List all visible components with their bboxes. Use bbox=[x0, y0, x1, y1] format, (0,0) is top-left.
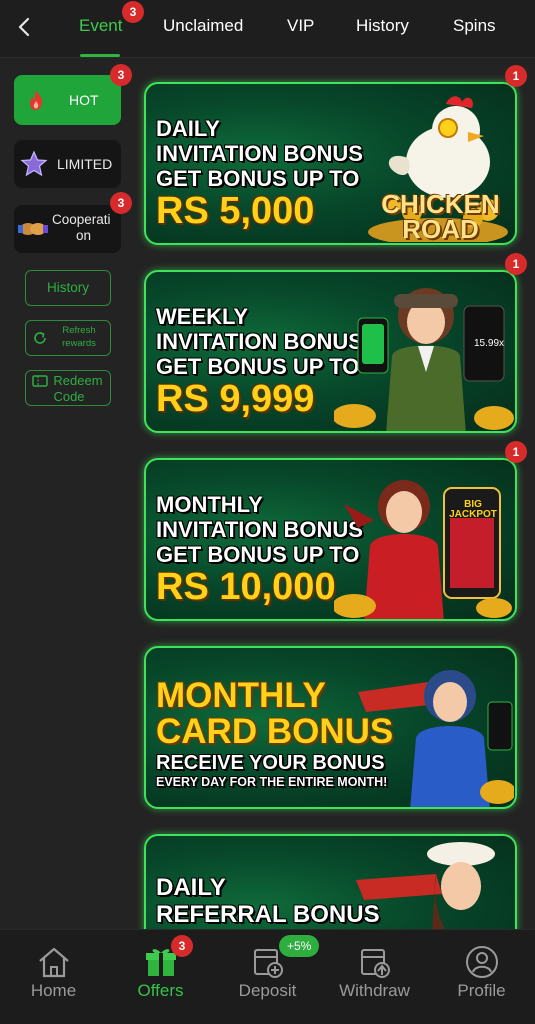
banner-subtitle-line1: RECEIVE YOUR BONUS bbox=[156, 752, 385, 774]
redeem-label-line1: Redeem bbox=[53, 373, 103, 388]
hot-badge: 3 bbox=[110, 64, 132, 86]
daily-invitation-bonus-banner[interactable]: DAILY INVITATION BONUS GET BONUS UP TO R… bbox=[144, 82, 517, 245]
back-arrow-icon[interactable] bbox=[10, 12, 38, 42]
banner-title-line3: GET BONUS UP TO bbox=[156, 542, 360, 567]
tab-unclaimed[interactable]: Unclaimed bbox=[163, 16, 243, 36]
monthly-invitation-bonus-banner[interactable]: MONTHLY INVITATION BONUS GET BONUS UP TO… bbox=[144, 458, 517, 621]
banner-title-line3: GET BONUS UP TO bbox=[156, 166, 360, 191]
pilot-girl-illustration bbox=[334, 288, 514, 431]
flame-icon bbox=[30, 90, 43, 110]
offers-badge: 3 bbox=[171, 935, 193, 957]
nav-profile[interactable]: Profile bbox=[428, 930, 535, 1024]
nav-label: Offers bbox=[137, 981, 184, 1000]
banner-title-line3: GET BONUS UP TO bbox=[156, 354, 360, 379]
active-tab-indicator bbox=[80, 54, 120, 57]
nav-label: Withdraw bbox=[339, 981, 410, 1000]
sidebar-item-label: HOT bbox=[69, 92, 99, 108]
chicken-road-logo: CHICKEN ROAD bbox=[381, 189, 500, 244]
banner-title-line1: WEEKLY bbox=[156, 304, 249, 329]
nav-label: Deposit bbox=[238, 981, 297, 1000]
pilot-blue-illustration bbox=[358, 670, 514, 807]
profile-icon bbox=[466, 946, 498, 978]
banner-title-line1: DAILY bbox=[156, 116, 220, 141]
banner-amount: RS 9,999 bbox=[156, 378, 315, 420]
nav-label: Profile bbox=[457, 981, 506, 1000]
tab-history[interactable]: History bbox=[356, 16, 409, 36]
banner-badge: 1 bbox=[505, 253, 527, 275]
refresh-icon bbox=[34, 332, 46, 344]
nav-home[interactable]: Home bbox=[0, 930, 107, 1024]
tab-event-badge: 3 bbox=[122, 1, 144, 23]
top-tab-bar: Event 3 Unclaimed VIP History Spins bbox=[0, 0, 535, 58]
banner-title-line1: MONTHLY bbox=[156, 676, 326, 715]
sidebar-item-limited[interactable]: LIMITED bbox=[14, 140, 121, 188]
aviator-girl-illustration bbox=[334, 480, 512, 619]
nav-label: Home bbox=[30, 981, 77, 1000]
refresh-label-line2: rewards bbox=[62, 338, 96, 349]
sidebar-item-label: LIMITED bbox=[57, 156, 113, 172]
home-icon bbox=[39, 947, 69, 978]
redeem-label-line2: Code bbox=[53, 389, 85, 404]
handshake-icon bbox=[18, 223, 48, 235]
big-jackpot-text: BIG JACKPOT bbox=[449, 499, 497, 520]
withdraw-icon bbox=[361, 949, 390, 978]
bottom-navigation: Home Offers 3 Deposit +5% Withdraw Profi… bbox=[0, 929, 535, 1024]
refresh-rewards-button[interactable]: Refresh rewards bbox=[25, 320, 111, 356]
tab-vip[interactable]: VIP bbox=[287, 16, 314, 36]
deposit-bonus-pill: +5% bbox=[279, 935, 320, 957]
tab-event[interactable]: Event bbox=[79, 16, 122, 36]
banner-amount: RS 5,000 bbox=[156, 190, 315, 232]
banner-title-line1: MONTHLY bbox=[156, 492, 263, 517]
sidebar-item-hot[interactable]: HOT bbox=[14, 75, 121, 125]
banner-title-line2: INVITATION BONUS bbox=[156, 329, 363, 354]
nav-withdraw[interactable]: Withdraw bbox=[321, 930, 428, 1024]
banner-badge: 1 bbox=[505, 65, 527, 87]
multiplier-text: 15.99x bbox=[474, 338, 505, 349]
banner-badge: 1 bbox=[505, 441, 527, 463]
redeem-code-button[interactable]: Redeem Code bbox=[25, 370, 111, 406]
cooperation-badge: 3 bbox=[110, 192, 132, 214]
banner-title-line2: INVITATION BONUS bbox=[156, 141, 363, 166]
banner-title-line2: INVITATION BONUS bbox=[156, 517, 363, 542]
banner-title-line1: DAILY bbox=[156, 874, 226, 901]
history-button[interactable]: History bbox=[25, 270, 111, 306]
ticket-icon bbox=[32, 375, 48, 387]
tab-spins[interactable]: Spins bbox=[453, 16, 496, 36]
captain-girl-illustration bbox=[356, 842, 495, 932]
banner-amount: RS 10,000 bbox=[156, 566, 336, 608]
sidebar-item-cooperation[interactable]: Cooperati on bbox=[14, 205, 121, 253]
banner-subtitle-line2: EVERY DAY FOR THE ENTIRE MONTH! bbox=[156, 775, 388, 789]
sidebar-item-label-line1: Cooperati bbox=[52, 212, 111, 227]
sidebar-item-label-line2: on bbox=[76, 228, 92, 243]
refresh-label-line1: Refresh bbox=[62, 325, 96, 336]
weekly-invitation-bonus-banner[interactable]: WEEKLY INVITATION BONUS GET BONUS UP TO … bbox=[144, 270, 517, 433]
nav-offers[interactable]: Offers bbox=[107, 930, 214, 1024]
monthly-card-bonus-banner[interactable]: MONTHLY CARD BONUS RECEIVE YOUR BONUS EV… bbox=[144, 646, 517, 809]
star-icon bbox=[20, 150, 48, 177]
